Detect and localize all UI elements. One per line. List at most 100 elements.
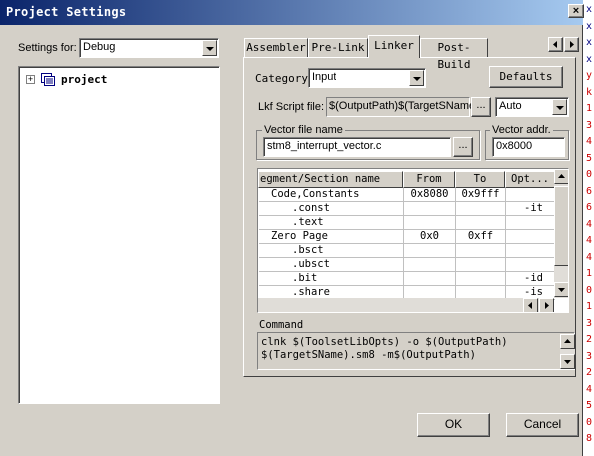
column-header-opt[interactable]: Opt... [505,171,555,188]
tree-item-project[interactable]: project [61,73,107,86]
close-button[interactable]: × [568,4,584,18]
table-row[interactable]: Zero Page 0x0 0xff [259,230,555,244]
settings-for-select[interactable]: Debug [79,38,219,58]
arrow-right-icon [570,41,574,48]
column-header-segment[interactable]: egment/Section name [258,171,403,188]
arrow-up-icon [564,339,571,343]
vector-file-input[interactable]: stm8_interrupt_vector.c [263,137,451,157]
command-line-1: clnk $(ToolsetLibOpts) -o $(OutputPath) [261,336,508,348]
cancel-button[interactable]: Cancel [506,413,579,437]
command-textarea[interactable]: clnk $(ToolsetLibOpts) -o $(OutputPath) … [257,332,575,370]
background-char: 5 [586,152,593,164]
scroll-up-button[interactable] [554,169,568,184]
background-char: y [586,70,593,81]
background-char: 2 [586,334,593,345]
vector-file-browse-button[interactable]: ... [453,137,473,157]
table-row[interactable]: .bsct [259,244,555,258]
table-cell-name: .ubsct [259,258,404,272]
table-row[interactable]: .ubsct [259,258,555,272]
lkf-script-field[interactable]: $(OutputPath)$(TargetSName [326,97,475,117]
arrow-down-icon [564,360,571,364]
project-settings-dialog: Project Settings × Settings for: Debug +… [0,0,584,456]
tab-post-build[interactable]: Post-Build [420,38,488,71]
vector-addr-input[interactable]: 0x8000 [492,137,565,157]
column-header-from[interactable]: From [403,171,455,188]
chevron-down-icon[interactable] [202,40,217,56]
table-cell-opt [506,258,555,272]
vector-file-label: Vector file name [262,124,345,136]
background-char: 4 [586,235,593,246]
tab-scroll-left-button[interactable] [548,37,563,52]
background-char: 1 [586,301,593,312]
arrow-right-icon [545,302,549,309]
command-scroll-down-button[interactable] [560,354,575,369]
tab-assembler[interactable]: Assembler [244,38,308,58]
table-cell-from: 0x0 [404,230,456,244]
background-char: 3 [586,350,593,362]
table-cell-opt [506,244,555,258]
background-char: 1 [586,268,593,279]
table-cell-name: Code,Constants [259,188,404,202]
command-scrollbar[interactable] [560,334,575,369]
scroll-left-button[interactable] [523,298,538,312]
table-cell-opt [506,216,555,230]
command-scroll-up-button[interactable] [560,334,575,349]
background-char: 1 [586,103,593,114]
category-label: Category [255,72,308,85]
tab-scroll-right-button[interactable] [564,37,579,52]
scroll-down-button[interactable] [554,282,568,297]
table-cell-name: Zero Page [259,230,404,244]
background-char: 0 [586,284,593,296]
lkf-script-label: Lkf Script file: [258,101,325,113]
project-tree[interactable]: + project [18,66,220,404]
column-header-to[interactable]: To [455,171,505,188]
background-char: 4 [586,136,593,147]
background-char: x [586,37,593,48]
chevron-down-icon[interactable] [552,99,567,115]
lkf-browse-button[interactable]: ... [471,97,491,117]
table-cell-name: .bsct [259,244,404,258]
table-cell-from [404,272,456,286]
table-cell-opt [506,188,555,202]
project-icon [41,73,55,86]
table-cell-name: .const [259,202,404,216]
chevron-down-icon[interactable] [409,70,424,86]
table-row[interactable]: .bit -id [259,272,555,286]
vector-addr-label: Vector addr. [490,124,553,136]
table-cell-to: 0xff [456,230,506,244]
horizontal-scrollbar[interactable] [258,298,554,312]
defaults-button[interactable]: Defaults [489,66,563,88]
scroll-thumb[interactable] [554,186,568,266]
background-char: 3 [586,317,593,329]
background-char: x [586,53,593,65]
command-line-2: $(TargetSName).sm8 -m$(OutputPath) [261,349,476,361]
lkf-mode-select[interactable]: Auto [495,97,569,117]
table-row[interactable]: Code,Constants 0x8080 0x9fff [259,188,555,202]
background-char: k [586,86,593,98]
table-cell-from: 0x8080 [404,188,456,202]
background-char: 6 [586,202,593,213]
arrow-up-icon [558,174,565,178]
table-cell-name: .bit [259,272,404,286]
vertical-scrollbar[interactable] [554,169,568,298]
background-char: 8 [586,433,593,444]
window-title: Project Settings [6,5,127,19]
table-cell-from [404,244,456,258]
expand-icon[interactable]: + [26,75,35,84]
tab-linker[interactable]: Linker [368,35,420,58]
segment-list[interactable]: egment/Section name From To Opt... Code,… [257,168,569,313]
scroll-right-button[interactable] [539,298,554,312]
background-char: 6 [586,185,593,197]
table-cell-opt: -id [506,272,555,286]
arrow-left-icon [528,302,532,309]
ok-button[interactable]: OK [417,413,490,437]
tab-pre-link[interactable]: Pre-Link [308,38,368,58]
table-cell-to [456,244,506,258]
table-row[interactable]: .text [259,216,555,230]
table-cell-from [404,258,456,272]
table-row[interactable]: .const -it [259,202,555,216]
table-cell-opt [506,230,555,244]
vector-addr-value: 0x8000 [496,140,533,152]
category-select[interactable]: Input [308,68,426,88]
background-window-text: xxxxyk134506644410132324508 [584,0,594,456]
